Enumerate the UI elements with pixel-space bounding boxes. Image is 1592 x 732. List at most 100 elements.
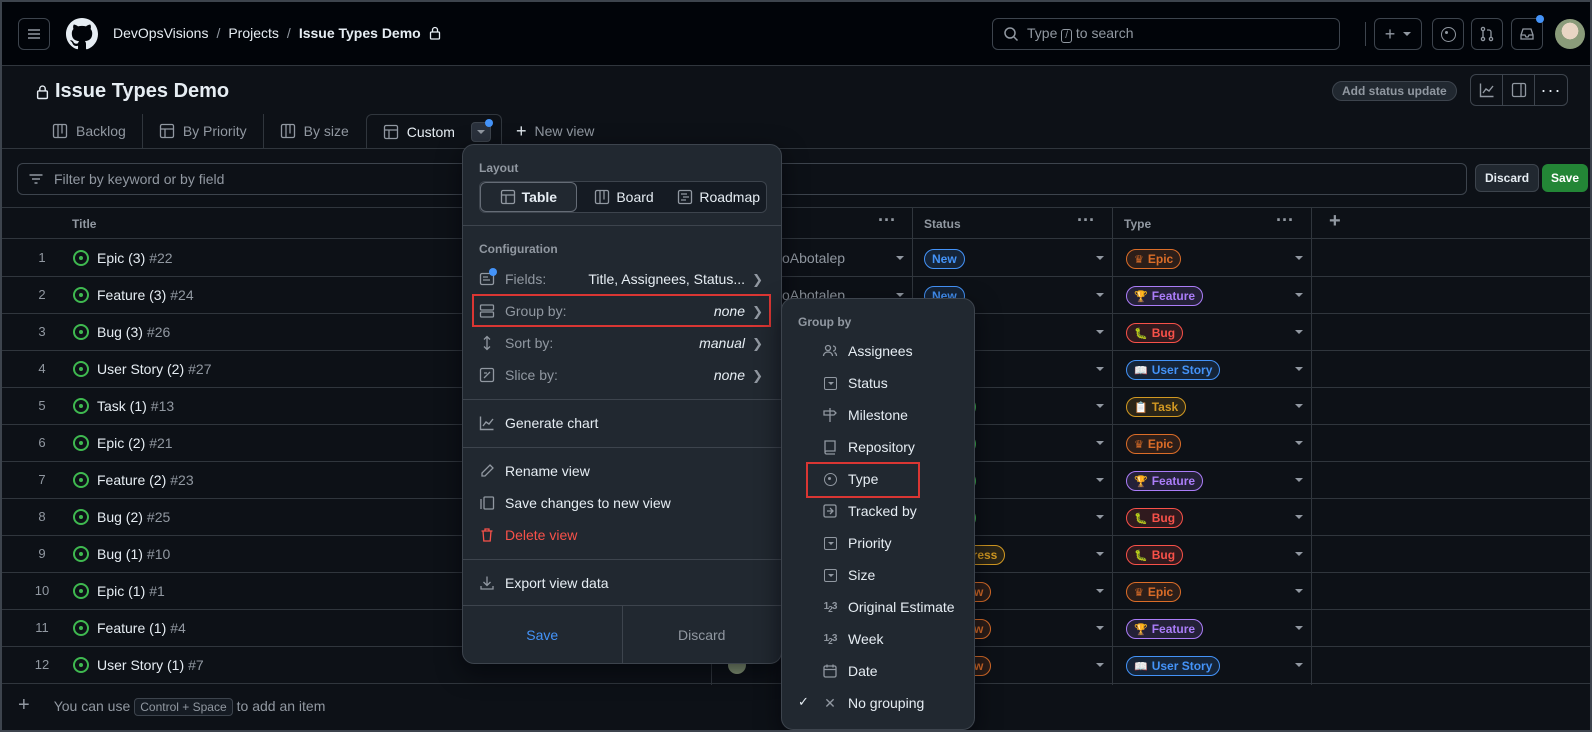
column-menu-icon[interactable]: ··· (1077, 210, 1095, 231)
tab-backlog[interactable]: Backlog (36, 114, 143, 148)
issue-title[interactable]: Bug (3) #26 (97, 324, 170, 340)
new-view-button[interactable]: + New view (502, 114, 610, 148)
sidebar-toggle-button[interactable] (1503, 75, 1535, 105)
layout-roadmap-option[interactable]: Roadmap (671, 182, 766, 212)
chevron-down-icon[interactable] (1096, 330, 1104, 334)
issue-title[interactable]: User Story (1) #7 (97, 657, 204, 673)
group-by-option-status[interactable]: Status (798, 367, 968, 399)
view-options-button[interactable] (470, 118, 493, 142)
github-logo-icon[interactable] (66, 18, 98, 50)
sort-by-menu-item[interactable]: Sort by: manual ❯ (479, 327, 767, 359)
type-badge[interactable]: 🏆 Feature (1126, 619, 1204, 639)
group-by-option-assignees[interactable]: Assignees (798, 335, 968, 367)
rename-view-menu-item[interactable]: Rename view (479, 455, 767, 487)
column-type[interactable]: Type (1124, 217, 1151, 231)
issue-title[interactable]: Task (1) #13 (97, 398, 174, 414)
chevron-down-icon[interactable] (1295, 256, 1303, 260)
column-title[interactable]: Title (72, 217, 96, 231)
chevron-down-icon[interactable] (1096, 256, 1104, 260)
chevron-down-icon[interactable] (1096, 552, 1104, 556)
group-by-option-milestone[interactable]: Milestone (798, 399, 968, 431)
chevron-down-icon[interactable] (1295, 552, 1303, 556)
create-new-button[interactable]: + (1374, 18, 1422, 50)
menu-button[interactable] (18, 18, 50, 50)
tab-by-size[interactable]: By size (264, 114, 365, 148)
breadcrumb-org[interactable]: DevOpsVisions (113, 25, 208, 41)
chevron-down-icon[interactable] (1096, 589, 1104, 593)
more-options-button[interactable]: ··· (1535, 75, 1567, 105)
group-by-option-tracked-by[interactable]: Tracked by (798, 495, 968, 527)
type-badge[interactable]: ♛ Epic (1126, 434, 1182, 454)
type-badge[interactable]: ♛ Epic (1126, 249, 1182, 269)
group-by-option-repository[interactable]: Repository (798, 431, 968, 463)
layout-board-option[interactable]: Board (577, 182, 672, 212)
group-by-option-original-estimate[interactable]: 123 Original Estimate (798, 591, 968, 623)
issue-title[interactable]: Bug (1) #10 (97, 546, 170, 562)
user-avatar[interactable] (1555, 19, 1585, 49)
save-button[interactable]: Save (1542, 164, 1589, 192)
group-by-option-size[interactable]: Size (798, 559, 968, 591)
issue-title[interactable]: Epic (1) #1 (97, 583, 165, 599)
chevron-down-icon[interactable] (1295, 626, 1303, 630)
search-input[interactable]: Type / to search (992, 18, 1340, 50)
chevron-down-icon[interactable] (1096, 663, 1104, 667)
issues-button[interactable] (1432, 18, 1464, 50)
menu-save-button[interactable]: Save (463, 606, 623, 664)
slice-by-menu-item[interactable]: Slice by: none ❯ (479, 359, 767, 391)
chevron-down-icon[interactable] (1295, 293, 1303, 297)
export-view-menu-item[interactable]: Export view data (479, 567, 767, 599)
chevron-down-icon[interactable] (896, 293, 904, 297)
chevron-down-icon[interactable] (1295, 367, 1303, 371)
chevron-down-icon[interactable] (1096, 293, 1104, 297)
table-row[interactable]: 1 Epic (3) #22 oAbotalep New ♛ Epic (2, 240, 1590, 277)
group-by-option-date[interactable]: Date (798, 655, 968, 687)
chevron-down-icon[interactable] (896, 256, 904, 260)
breadcrumb-projects[interactable]: Projects (228, 25, 279, 41)
add-status-update-button[interactable]: Add status update (1332, 81, 1457, 101)
issue-title[interactable]: User Story (2) #27 (97, 361, 211, 377)
menu-discard-button[interactable]: Discard (623, 606, 782, 664)
status-badge[interactable]: New (924, 249, 965, 269)
issue-title[interactable]: Epic (3) #22 (97, 250, 173, 266)
chevron-down-icon[interactable] (1295, 478, 1303, 482)
type-badge[interactable]: 🏆 Feature (1126, 471, 1204, 491)
type-badge[interactable]: 📖 User Story (1126, 360, 1221, 380)
chevron-down-icon[interactable] (1096, 404, 1104, 408)
breadcrumb-project[interactable]: Issue Types Demo (299, 25, 421, 41)
issue-title[interactable]: Feature (1) #4 (97, 620, 186, 636)
issue-title[interactable]: Feature (2) #23 (97, 472, 194, 488)
pull-requests-button[interactable] (1471, 18, 1503, 50)
type-badge[interactable]: 📖 User Story (1126, 656, 1221, 676)
generate-chart-menu-item[interactable]: Generate chart (479, 407, 767, 439)
type-badge[interactable]: 🐛 Bug (1126, 508, 1184, 528)
insights-button[interactable] (1471, 75, 1503, 105)
chevron-down-icon[interactable] (1295, 330, 1303, 334)
add-item-row[interactable]: + You can use Control + Space to add an it… (18, 694, 325, 717)
type-badge[interactable]: ♛ Epic (1126, 582, 1182, 602)
type-badge[interactable]: 🐛 Bug (1126, 545, 1184, 565)
chevron-down-icon[interactable] (1295, 441, 1303, 445)
column-menu-icon[interactable]: ··· (1276, 210, 1294, 231)
type-badge[interactable]: 🐛 Bug (1126, 323, 1184, 343)
column-status[interactable]: Status (924, 217, 961, 231)
save-to-new-view-menu-item[interactable]: Save changes to new view (479, 487, 767, 519)
layout-table-option[interactable]: Table (480, 182, 577, 212)
delete-view-menu-item[interactable]: Delete view (479, 519, 767, 551)
discard-button[interactable]: Discard (1475, 164, 1540, 192)
tab-by-priority[interactable]: By Priority (143, 114, 264, 148)
issue-title[interactable]: Epic (2) #21 (97, 435, 173, 451)
tab-custom[interactable]: Custom (365, 114, 502, 148)
group-by-option-no-grouping[interactable]: ✓ ✕ No grouping (798, 687, 968, 719)
chevron-down-icon[interactable] (1096, 626, 1104, 630)
issue-title[interactable]: Feature (3) #24 (97, 287, 194, 303)
chevron-down-icon[interactable] (1096, 515, 1104, 519)
chevron-down-icon[interactable] (1295, 663, 1303, 667)
chevron-down-icon[interactable] (1096, 367, 1104, 371)
column-menu-icon[interactable]: ··· (878, 210, 896, 231)
fields-menu-item[interactable]: Fields: Title, Assignees, Status... ❯ (479, 263, 767, 295)
add-field-icon[interactable]: + (1329, 210, 1341, 233)
chevron-down-icon[interactable] (1096, 441, 1104, 445)
assignee-cell[interactable]: oAbotalep (782, 250, 845, 266)
chevron-down-icon[interactable] (1295, 589, 1303, 593)
issue-title[interactable]: Bug (2) #25 (97, 509, 170, 525)
